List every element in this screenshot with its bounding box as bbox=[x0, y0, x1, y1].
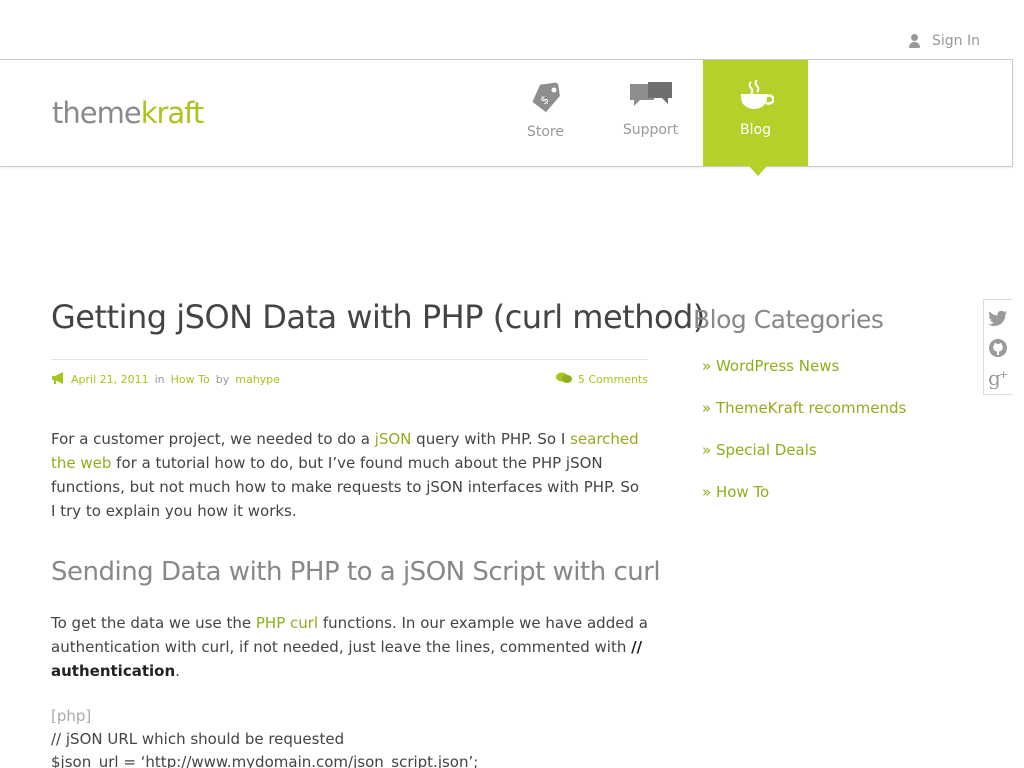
sidebar: Blog Categories » WordPress News » Theme… bbox=[693, 305, 953, 520]
category-list: » WordPress News » ThemeKraft recommends… bbox=[693, 352, 953, 520]
article-title: Getting jSON Data with PHP (curl method) bbox=[51, 298, 705, 336]
text: For a customer project, we needed to do … bbox=[51, 430, 375, 448]
code-block: [php] // jSON URL which should be reques… bbox=[51, 705, 648, 768]
nav-item-support[interactable]: Support bbox=[598, 60, 703, 166]
post-category-link[interactable]: How To bbox=[171, 373, 210, 386]
category-item-themekraft-recommends[interactable]: » ThemeKraft recommends bbox=[693, 394, 953, 436]
github-icon[interactable] bbox=[987, 336, 1009, 360]
json-link[interactable]: jSON bbox=[375, 430, 412, 448]
category-item-wordpress-news[interactable]: » WordPress News bbox=[693, 352, 953, 394]
meta-by-text: by bbox=[215, 373, 230, 386]
svg-text:+: + bbox=[999, 368, 1008, 381]
text: To get the data we use the bbox=[51, 614, 256, 632]
comments-link[interactable]: 5 Comments bbox=[578, 373, 648, 386]
google-plus-icon[interactable]: g + bbox=[987, 366, 1009, 390]
nav-item-store[interactable]: $ Store bbox=[493, 60, 598, 166]
logo-part-2: kraft bbox=[140, 96, 205, 130]
article-meta: April 21, 2011 in How To by mahype 5 Com… bbox=[51, 359, 648, 389]
post-date-link[interactable]: April 21, 2011 bbox=[71, 373, 149, 386]
blog-article: Getting jSON Data with PHP (curl method)… bbox=[51, 296, 705, 768]
nav-label: Blog bbox=[740, 122, 771, 138]
category-item-special-deals[interactable]: » Special Deals bbox=[693, 436, 953, 478]
nav-label: Store bbox=[526, 124, 564, 140]
text: . bbox=[175, 662, 180, 680]
code-line: $json_url = ‘http://www.mydomain.com/jso… bbox=[51, 753, 479, 768]
price-tag-icon: $ bbox=[528, 80, 564, 114]
section-heading: Sending Data with PHP to a jSON Script w… bbox=[51, 557, 661, 587]
logo-part-1: theme bbox=[52, 96, 142, 130]
site-header: themekraft $ Store Support Blog bbox=[0, 59, 1013, 176]
php-curl-link[interactable]: PHP curl bbox=[256, 614, 318, 632]
code-tag: [php] bbox=[51, 707, 92, 725]
top-bar: Sign In bbox=[0, 0, 1024, 60]
intro-paragraph: For a customer project, we needed to do … bbox=[51, 427, 648, 523]
category-item-how-to[interactable]: » How To bbox=[693, 478, 953, 520]
user-icon bbox=[908, 34, 922, 48]
post-author-link[interactable]: mahype bbox=[235, 373, 280, 386]
text: query with PHP. So I bbox=[411, 430, 571, 448]
site-logo[interactable]: themekraft bbox=[52, 96, 205, 130]
twitter-icon[interactable] bbox=[987, 306, 1009, 330]
nav-item-blog[interactable]: Blog bbox=[703, 60, 808, 176]
comments-icon bbox=[555, 372, 572, 387]
sign-in-link[interactable]: Sign In bbox=[908, 33, 980, 49]
main-nav: $ Store Support Blog bbox=[493, 60, 808, 176]
megaphone-icon bbox=[51, 372, 65, 387]
speech-bubbles-icon bbox=[628, 80, 674, 112]
code-line: // jSON URL which should be requested bbox=[51, 730, 345, 748]
text: for a tutorial how to do, but I’ve found… bbox=[51, 454, 640, 520]
curl-paragraph: To get the data we use the PHP curl func… bbox=[51, 611, 648, 683]
sidebar-title: Blog Categories bbox=[693, 305, 884, 334]
coffee-cup-icon bbox=[738, 80, 774, 112]
social-share-bar: g + bbox=[983, 299, 1012, 395]
nav-label: Support bbox=[622, 122, 679, 138]
sign-in-label: Sign In bbox=[932, 33, 980, 49]
meta-in-text: in bbox=[154, 373, 165, 386]
